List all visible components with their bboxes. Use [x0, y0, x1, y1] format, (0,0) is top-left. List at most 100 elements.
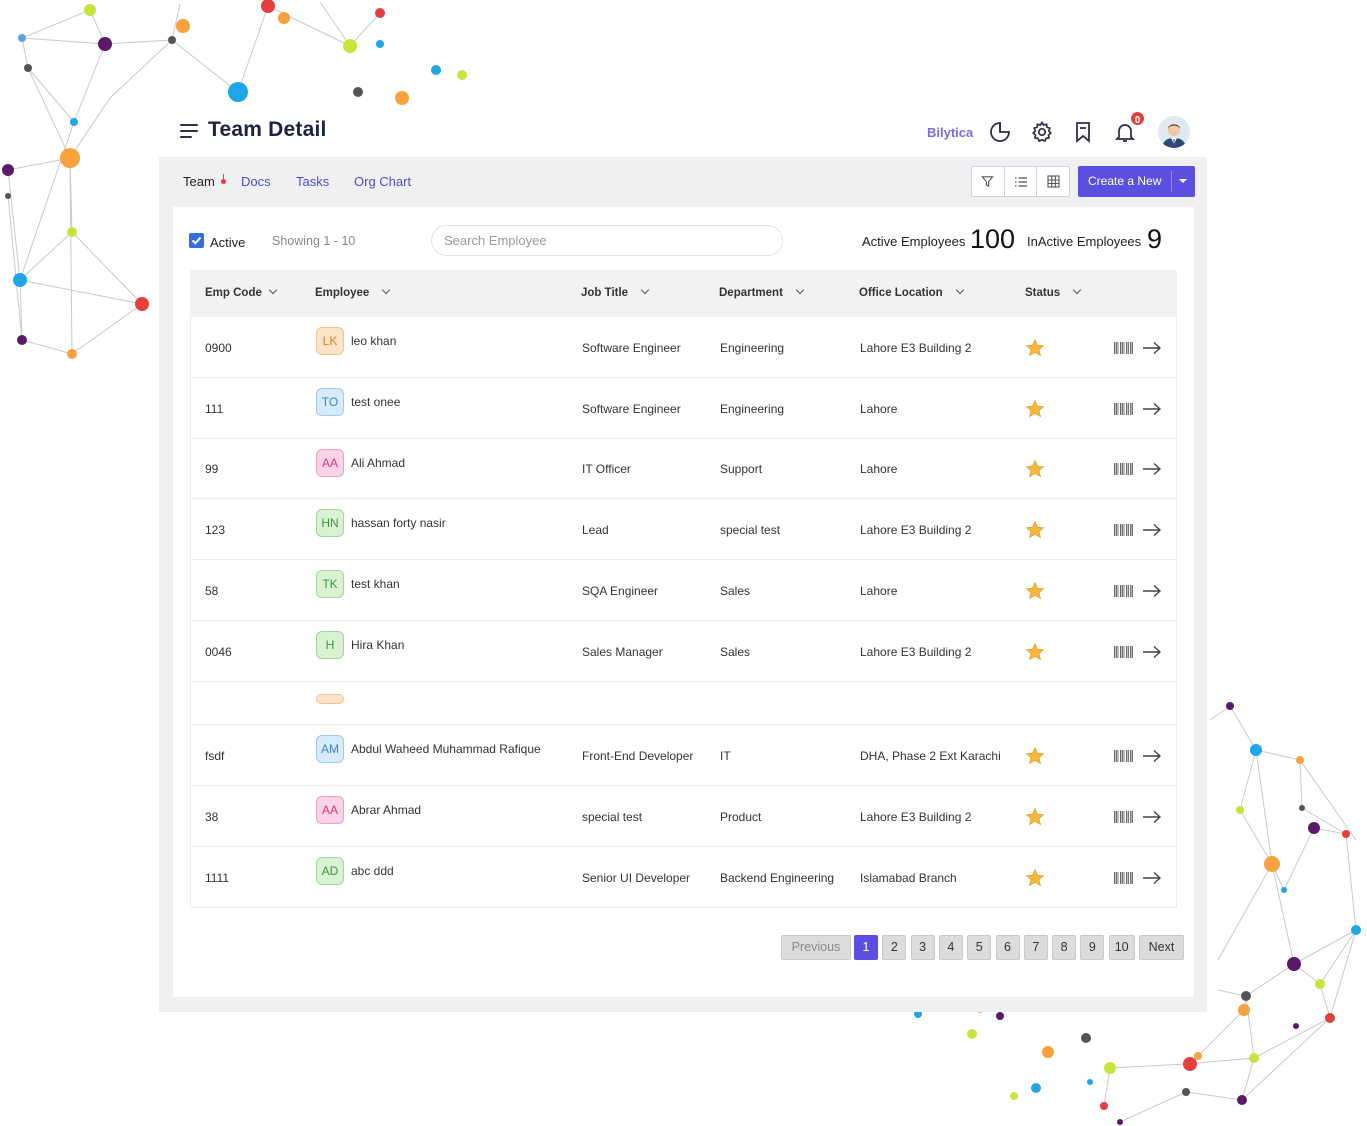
avatar: AA [316, 449, 344, 477]
active-checkbox[interactable] [189, 233, 204, 248]
tab-tasks[interactable]: Tasks [296, 174, 329, 189]
barcode-icon[interactable] [1113, 402, 1133, 416]
chevron-down-icon [795, 285, 805, 295]
office-location: Lahore E3 Building 2 [860, 340, 972, 355]
bookmark-icon[interactable] [1071, 120, 1095, 144]
arrow-right-icon[interactable] [1142, 871, 1162, 885]
emp-code: 111 [205, 401, 224, 416]
hamburger-menu-icon[interactable] [180, 124, 198, 138]
tab-org-chart[interactable]: Org Chart [354, 174, 411, 189]
office-location: Lahore E3 Building 2 [860, 644, 972, 659]
table-row[interactable]: 0900 LK leo khan Software Engineer Engineeri… [191, 317, 1176, 378]
table-row[interactable]: 123 HN hassan forty nasir Lead special test L… [191, 499, 1176, 560]
table-row[interactable]: fsdf AM Abdul Waheed Muhammad Rafique Front… [191, 725, 1176, 786]
job-title: Front-End Developer [582, 748, 694, 763]
arrow-right-icon[interactable] [1142, 584, 1162, 598]
column-status[interactable]: Status [1025, 285, 1082, 299]
page-4-button[interactable]: 4 [938, 935, 963, 960]
star-icon[interactable] [1025, 399, 1045, 419]
column-employee-label: Employee [315, 287, 370, 299]
page-10-button[interactable]: 10 [1108, 935, 1135, 960]
page-8-button[interactable]: 8 [1052, 935, 1077, 960]
gear-icon[interactable] [1030, 120, 1054, 144]
emp-code: 0046 [205, 644, 232, 659]
brand-link[interactable]: Bilytica [927, 125, 973, 140]
arrow-right-icon[interactable] [1142, 523, 1162, 537]
barcode-icon[interactable] [1113, 645, 1133, 659]
column-department[interactable]: Department [719, 285, 805, 299]
arrow-right-icon[interactable] [1142, 749, 1162, 763]
emp-code: 0900 [205, 340, 232, 355]
tab-docs[interactable]: Docs [241, 174, 271, 189]
create-new-button[interactable]: Create a New [1078, 166, 1195, 197]
table-row[interactable]: 58 TK test khan SQA Engineer Sales Lahore [191, 560, 1176, 621]
column-office-location[interactable]: Office Location [859, 285, 964, 299]
barcode-icon[interactable] [1113, 871, 1133, 885]
avatar: TK [316, 570, 344, 598]
employee-name: hassan forty nasir [351, 516, 446, 530]
star-icon[interactable] [1025, 520, 1045, 540]
office-location: Lahore E3 Building 2 [860, 809, 972, 824]
grid-view-button[interactable] [1037, 167, 1069, 196]
avatar: TO [316, 388, 344, 416]
chevron-down-icon [382, 285, 391, 295]
column-emp-code[interactable]: Emp Code [205, 285, 278, 299]
table-row[interactable]: 1111 AD abc ddd Senior UI Developer Backend … [191, 847, 1176, 908]
view-toggle-group [971, 166, 1070, 197]
table-row[interactable]: 38 AA Abrar Ahmad special test Product Lahore… [191, 786, 1176, 847]
page-5-button[interactable]: 5 [967, 935, 992, 960]
table-row[interactable]: 111 TO test onee Software Engineer Engineeri… [191, 378, 1176, 439]
employee-name: test onee [351, 395, 401, 409]
page-3-button[interactable]: 3 [910, 935, 935, 960]
column-job-title[interactable]: Job Title [581, 285, 650, 299]
previous-page-button[interactable]: Previous [781, 935, 851, 960]
tab-team[interactable]: Team [183, 174, 215, 189]
column-employee[interactable]: Employee [315, 285, 391, 299]
table-row[interactable]: 0046 H Hira Khan Sales Manager Sales Lahore E… [191, 621, 1176, 682]
avatar: HN [316, 509, 344, 537]
barcode-icon[interactable] [1113, 749, 1133, 763]
star-icon[interactable] [1025, 868, 1045, 888]
inactive-employees-label: InActive Employees [1027, 234, 1142, 249]
department: Backend Engineering [720, 870, 835, 885]
filter-button[interactable] [972, 167, 1005, 196]
arrow-right-icon[interactable] [1142, 645, 1162, 659]
page-9-button[interactable]: 9 [1080, 935, 1105, 960]
arrow-right-icon[interactable] [1142, 810, 1162, 824]
barcode-icon[interactable] [1113, 523, 1133, 537]
active-employees-label: Active Employees [862, 234, 966, 249]
table-row[interactable] [191, 682, 1176, 725]
barcode-icon[interactable] [1113, 584, 1133, 598]
arrow-right-icon[interactable] [1142, 341, 1162, 355]
employee-card: Active Showing 1 - 10 Active Employees 1… [173, 207, 1194, 997]
barcode-icon[interactable] [1113, 810, 1133, 824]
avatar: AM [316, 735, 344, 763]
page-1-button[interactable]: 1 [854, 935, 878, 960]
star-icon[interactable] [1025, 642, 1045, 662]
list-icon [1014, 176, 1027, 187]
table-row[interactable]: 99 AA Ali Ahmad IT Officer Support Lahore [191, 439, 1176, 499]
page-7-button[interactable]: 7 [1023, 935, 1048, 960]
list-view-button[interactable] [1005, 167, 1038, 196]
user-avatar[interactable] [1158, 116, 1190, 148]
page-6-button[interactable]: 6 [995, 935, 1020, 960]
active-checkbox-label: Active [210, 235, 246, 250]
star-icon[interactable] [1025, 459, 1045, 479]
pie-chart-icon[interactable] [988, 120, 1012, 144]
job-title: Software Engineer [582, 401, 681, 416]
arrow-right-icon[interactable] [1142, 462, 1162, 476]
job-title: IT Officer [582, 462, 631, 476]
top-header: Team Detail Bilytica 0 [160, 108, 1206, 156]
star-icon[interactable] [1025, 746, 1045, 766]
next-page-button[interactable]: Next [1139, 935, 1184, 960]
star-icon[interactable] [1025, 581, 1045, 601]
page-2-button[interactable]: 2 [882, 935, 907, 960]
barcode-icon[interactable] [1113, 341, 1133, 355]
search-employee-input[interactable] [431, 225, 783, 256]
barcode-icon[interactable] [1113, 462, 1133, 476]
star-icon[interactable] [1025, 338, 1045, 358]
emp-code: fsdf [205, 748, 225, 763]
arrow-right-icon[interactable] [1142, 402, 1162, 416]
star-icon[interactable] [1025, 807, 1045, 827]
caret-down-icon[interactable] [1179, 179, 1187, 183]
